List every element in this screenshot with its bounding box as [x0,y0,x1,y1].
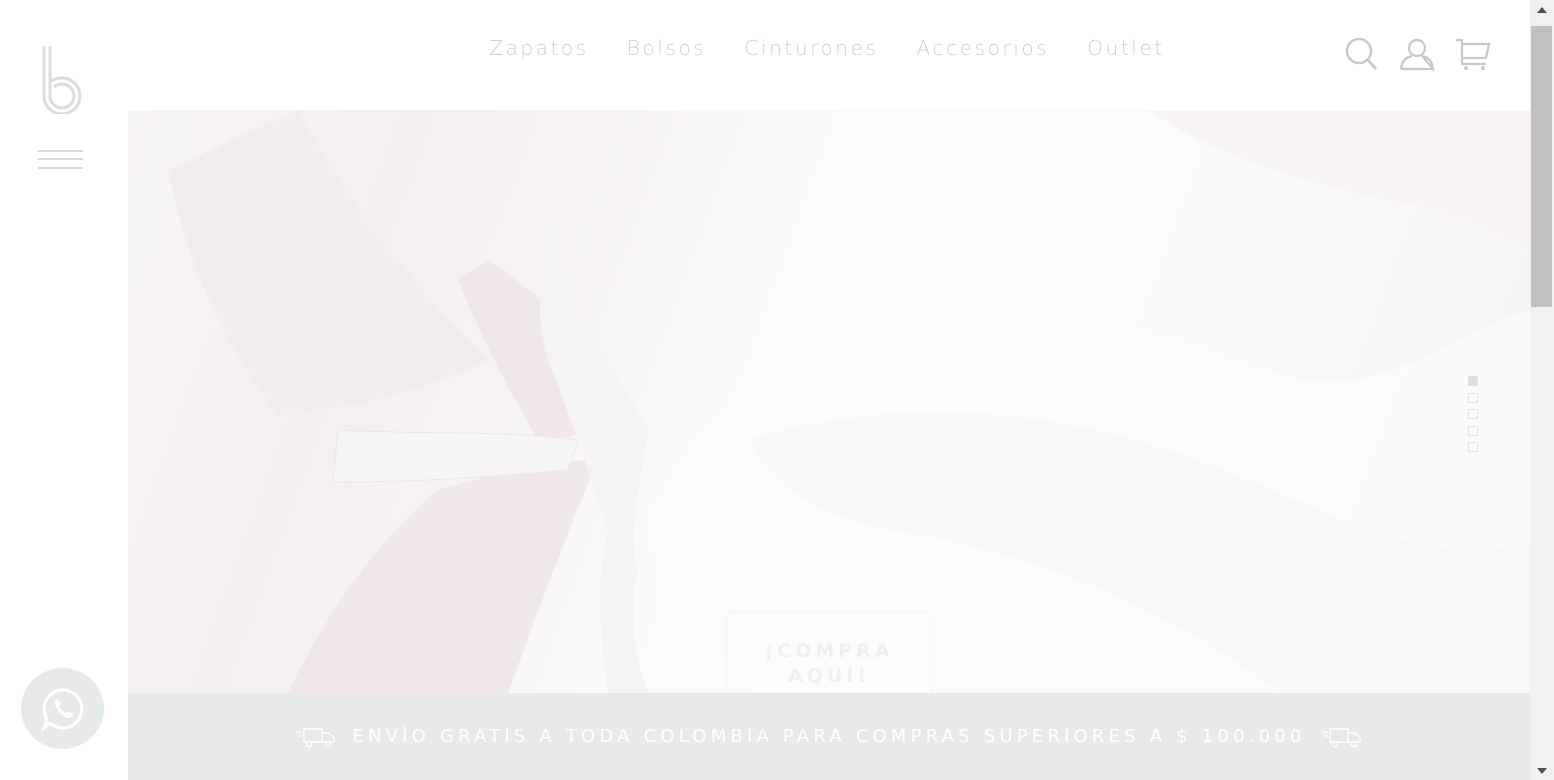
header-actions [1342,36,1492,73]
cta-line-2: AQUÍ! [787,665,871,687]
nav-link-bolsos[interactable]: Bolsos [627,36,707,60]
vertical-scrollbar[interactable] [1530,0,1554,780]
hamburger-icon [38,150,83,152]
account-button[interactable] [1398,36,1436,73]
search-icon [1345,37,1378,70]
hero-background-image [168,110,1530,693]
nav-link-accesorios[interactable]: Accesorios [917,36,1050,60]
cart-button[interactable] [1454,36,1492,72]
slide-dot-5[interactable] [1468,442,1478,452]
shop-now-button[interactable]: ¡COMPRA AQUÍ! [726,612,932,693]
hero-slider: ¡COMPRA AQUÍ! [128,110,1530,693]
menu-button[interactable] [38,148,84,172]
slider-pagination [1468,376,1480,459]
scroll-down-arrow[interactable] [1530,760,1554,780]
whatsapp-icon [41,688,84,732]
scroll-up-arrow[interactable] [1530,0,1554,20]
nav-link-cinturones[interactable]: Cinturones [744,36,878,60]
delivery-truck-icon [1321,727,1361,747]
cart-icon [1456,38,1491,70]
user-icon [1399,38,1435,73]
slide-dot-1[interactable] [1468,376,1478,386]
slide-dot-3[interactable] [1468,409,1478,419]
slide-dot-4[interactable] [1468,425,1478,436]
whatsapp-button[interactable] [21,668,104,749]
scroll-thumb[interactable] [1531,26,1552,307]
nav-link-outlet[interactable]: Outlet [1087,36,1165,60]
delivery-truck-icon [296,727,336,747]
nav-link-zapatos[interactable]: Zapatos [489,36,589,60]
brand-logo[interactable] [38,44,86,116]
cta-line-1: ¡COMPRA [764,640,894,662]
banner-text: ENVÍO GRATIS A TODA COLOMBIA PARA COMPRA… [352,726,1306,747]
slide-dot-2[interactable] [1468,392,1478,403]
search-button[interactable] [1342,36,1380,72]
b-logo-icon [42,46,82,116]
free-shipping-banner: ENVÍO GRATIS A TODA COLOMBIA PARA COMPRA… [128,693,1530,780]
main-nav: Zapatos Bolsos Cinturones Accesorios Out… [0,36,1530,60]
